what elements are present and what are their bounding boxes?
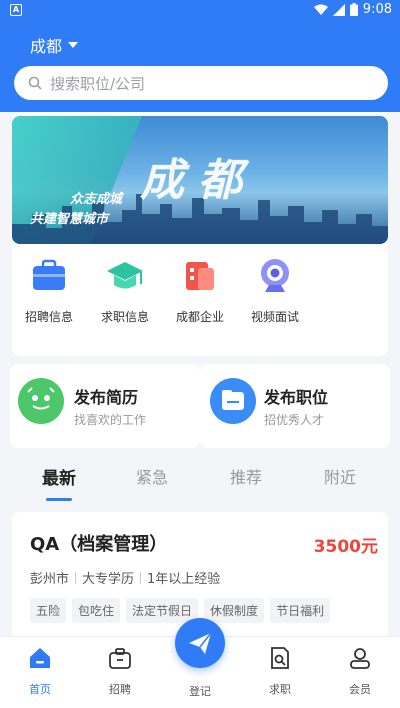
search-input[interactable]: 搜索职位/公司 [14,66,388,100]
quick-item-label: 求职信息 [100,310,149,324]
user-icon [350,648,370,669]
briefcase-icon [33,259,65,290]
tabbar-recruit[interactable]: 招聘 [90,645,150,697]
document-search-icon [271,647,289,669]
search-placeholder: 搜索职位/公司 [50,74,146,93]
tabbar-home[interactable]: 首页 [10,645,70,697]
divider [75,571,77,584]
job-tabs: 最新 紧急 推荐 附近 [0,460,400,504]
chevron-down-icon [68,42,79,48]
job-tag: 包吃住 [72,598,121,623]
status-bar: A 9:08 [0,0,400,22]
quick-item-recruit[interactable]: 招聘信息 [14,254,84,325]
job-tag: 节日福利 [270,598,331,623]
signal-icon [332,3,345,16]
tabbar-jobseek[interactable]: 求职 [250,645,310,697]
job-salary: 3500元 [313,537,378,557]
tabbar-register[interactable]: 登记 [170,677,230,699]
register-fab-button[interactable] [175,618,225,668]
clock: 9:08 [362,2,392,17]
quick-item-enterprise[interactable]: 成都企业 [165,254,235,325]
job-experience: 1年以上经验 [147,572,221,587]
quick-item-label: 成都企业 [175,310,224,324]
home-icon [30,648,50,668]
tabbar-label: 登记 [189,685,211,698]
quick-item-jobseek[interactable]: 求职信息 [90,254,160,325]
tabbar-label: 会员 [349,683,371,696]
banner-title: 成都 [140,155,256,206]
search-icon [28,76,42,90]
post-resume-card[interactable]: 发布简历 找喜欢的工作 [10,364,200,448]
tabbar-label: 招聘 [109,683,131,696]
post-job-card[interactable]: 发布职位 招优秀人才 [200,364,390,448]
tab-nearby[interactable]: 附近 [324,464,356,488]
graduation-cap-icon [107,262,143,289]
action-subtitle: 招优秀人才 [264,413,325,427]
divider [140,571,142,584]
job-tag: 五险 [30,598,67,623]
city-selector[interactable]: 成都 [30,33,79,57]
smile-face-icon [18,378,64,424]
action-title: 发布简历 [74,388,139,407]
tab-indicator [46,498,72,501]
tab-latest[interactable]: 最新 [42,464,76,489]
job-meta: 彭州市 大专学历 1年以上经验 [30,568,220,587]
tabbar-label: 首页 [29,683,51,696]
quick-item-label: 视频面试 [250,310,299,324]
briefcase-icon [109,648,131,669]
tab-recommended[interactable]: 推荐 [230,464,262,488]
tabbar-member[interactable]: 会员 [330,645,390,697]
paper-plane-icon [189,632,212,654]
tabbar-label: 求职 [269,683,291,696]
notification-icon: A [10,4,22,16]
action-title: 发布职位 [264,388,329,407]
enterprise-icon [186,262,214,290]
action-subtitle: 找喜欢的工作 [74,413,147,427]
wifi-icon [313,4,328,15]
city-label: 成都 [30,37,63,56]
folder-icon [210,378,256,424]
job-location: 彭州市 [30,572,70,587]
banner[interactable]: 成都 众志成城 共建智慧城市 [12,116,388,244]
battery-icon [349,3,358,16]
banner-slogan-2: 共建智慧城市 [30,212,109,227]
banner-slogan-1: 众志成城 [70,192,123,207]
app-header: A 9:08 成都 搜索职位/公司 [0,0,400,112]
webcam-icon [261,259,289,292]
quick-item-label: 招聘信息 [24,310,73,324]
quick-item-video-interview[interactable]: 视频面试 [240,254,310,325]
job-title: QA（档案管理） [30,534,168,555]
job-education: 大专学历 [82,572,135,587]
tab-urgent[interactable]: 紧急 [136,464,168,488]
